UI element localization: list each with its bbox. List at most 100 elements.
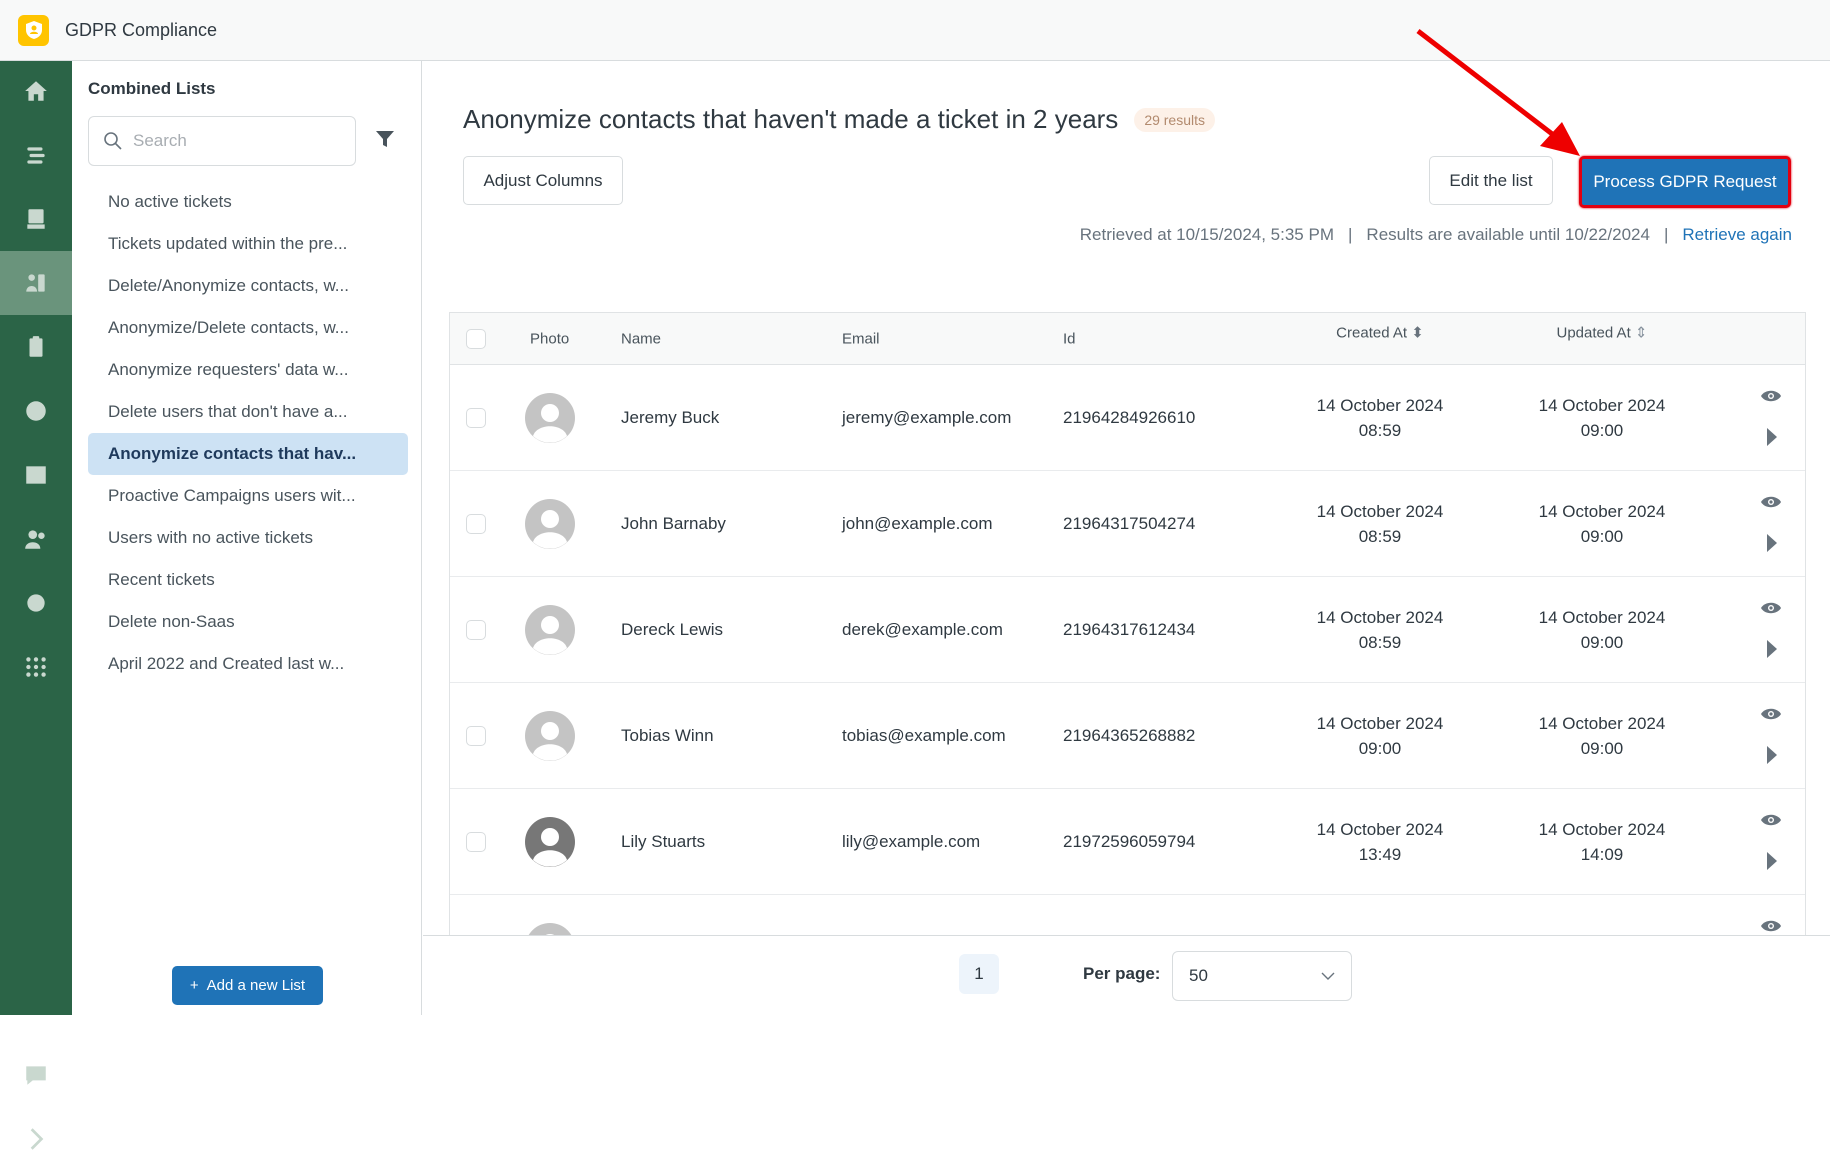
created-at: 14 October 2024 13:49 [1316,819,1444,864]
list-item[interactable]: Anonymize contacts that hav... [88,433,408,475]
eye-icon[interactable] [1760,707,1782,721]
plus-icon: + [189,977,199,994]
app-title: GDPR Compliance [65,19,218,40]
rail-item-home[interactable] [0,59,72,123]
rail-item-users[interactable] [0,507,72,571]
avatar [525,392,575,443]
chevron-down-icon [1321,972,1335,980]
contact-name: Tobias Winn [621,725,714,745]
created-at: 14 October 2024 08:59 [1316,607,1444,652]
retrieve-again-link[interactable]: Retrieve again [1682,225,1792,244]
rail-item-clock[interactable] [0,379,72,443]
play-icon[interactable] [1766,745,1778,765]
row-checkbox[interactable] [466,725,486,746]
row-checkbox[interactable] [466,513,486,534]
list-item[interactable]: No active tickets [88,181,408,223]
search-box[interactable] [88,116,356,166]
contact-id: 21964284926610 [1063,407,1196,427]
contact-email: lily@example.com [842,831,981,851]
per-page-label: Per page: [1083,964,1161,983]
created-at: 14 October 2024 08:59 [1316,501,1444,546]
row-checkbox[interactable] [466,831,486,852]
list-item[interactable]: Recent tickets [88,559,408,601]
list-item[interactable]: Users with no active tickets [88,517,408,559]
rail-item-apps[interactable] [0,635,72,699]
add-list-button[interactable]: + Add a new List [172,966,323,1005]
eye-icon[interactable] [1760,601,1782,615]
play-icon[interactable] [1766,427,1778,447]
filter-icon[interactable] [375,129,395,149]
rail-item-chart[interactable] [0,443,72,507]
row-checkbox[interactable] [466,619,486,640]
list-item[interactable]: Anonymize/Delete contacts, w... [88,307,408,349]
updated-at: 14 October 2024 09:00 [1538,501,1666,546]
table-row[interactable]: Jeremy Buck jeremy@example.com 219642849… [450,365,1805,471]
table-row[interactable]: Lily Stuarts lily@example.com 2197259605… [450,789,1805,895]
eye-icon[interactable] [1760,495,1782,509]
contact-email: derek@example.com [842,619,1003,639]
col-photo: Photo [530,330,570,347]
per-page-select[interactable]: 50 [1172,951,1352,1001]
rail-item-gear[interactable] [0,571,72,635]
search-icon [104,132,122,150]
table-row[interactable]: John Barnaby john@example.com 2196431750… [450,471,1805,577]
list-item[interactable]: Anonymize requesters' data w... [88,349,408,391]
results-badge: 29 results [1134,107,1216,132]
list-items: No active tickets Tickets updated within … [88,181,408,685]
avatar [525,710,575,761]
row-checkbox[interactable] [466,407,486,428]
chevron-right-icon [30,1128,44,1150]
edit-list-button[interactable]: Edit the list [1429,156,1553,205]
page-title: Anonymize contacts that haven't made a t… [463,104,1216,135]
sort-asc-icon: ⬍ [1411,324,1424,342]
retrieval-info: Retrieved at 10/15/2024, 5:35 PM | Results… [1079,225,1792,244]
lists-panel: Combined Lists No active ticketsTickets … [72,61,422,1015]
page-1-button[interactable]: 1 [959,954,999,994]
sort-icon: ⇕ [1634,324,1648,342]
avatar [525,816,575,867]
contact-email: tobias@example.com [842,725,1006,745]
search-input[interactable] [133,131,333,151]
play-icon[interactable] [1766,639,1778,659]
list-item[interactable]: Delete non-Saas [88,601,408,643]
list-item[interactable]: Delete/Anonymize contacts, w... [88,265,408,307]
rail-item-lists[interactable] [0,123,72,187]
rail-item-inbox[interactable] [0,187,72,251]
contact-id: 21964317504274 [1063,513,1196,533]
list-item[interactable]: April 2022 and Created last w... [88,643,408,685]
apps-icon [26,657,46,677]
lists-icon [27,147,45,164]
eye-icon[interactable] [1760,919,1782,933]
list-item[interactable]: Proactive Campaigns users wit... [88,475,408,517]
col-created-sort[interactable]: Created At ⬍ [1336,321,1424,346]
process-gdpr-button[interactable]: Process GDPR Request [1579,156,1791,208]
table-row[interactable]: Dereck Lewis derek@example.com 219643176… [450,577,1805,683]
play-icon[interactable] [1766,533,1778,553]
panel-heading: Combined Lists [88,79,216,98]
play-icon[interactable] [1766,851,1778,871]
contact-id: 21964317612434 [1063,619,1196,639]
list-item[interactable]: Tickets updated within the pre... [88,223,408,265]
table-row[interactable]: Tobias Winn tobias@example.com 219643652… [450,683,1805,789]
avatar [525,604,575,655]
col-updated-sort[interactable]: Updated At ⇕ [1557,321,1648,346]
contact-id: 21972596059794 [1063,831,1196,851]
gear-icon [27,594,45,612]
rail-item-chat[interactable] [0,1043,72,1107]
rail-item-contacts[interactable] [0,251,72,315]
select-all-checkbox[interactable] [466,328,486,349]
list-item[interactable]: Delete users that don't have a... [88,391,408,433]
inbox-icon [27,209,45,229]
contact-name: Lily Stuarts [621,831,706,851]
chart-icon [26,466,46,484]
adjust-columns-button[interactable]: Adjust Columns [463,156,623,205]
col-name: Name [621,330,662,347]
icon-rail [0,59,72,1150]
updated-at: 14 October 2024 09:00 [1538,607,1666,652]
pagination-bar: 1 Per page: 50 [423,935,1830,1015]
eye-icon[interactable] [1760,389,1782,403]
eye-icon[interactable] [1760,813,1782,827]
rail-item-chevron-right[interactable] [0,1107,72,1171]
home-icon [25,81,47,101]
rail-item-clipboard[interactable] [0,315,72,379]
